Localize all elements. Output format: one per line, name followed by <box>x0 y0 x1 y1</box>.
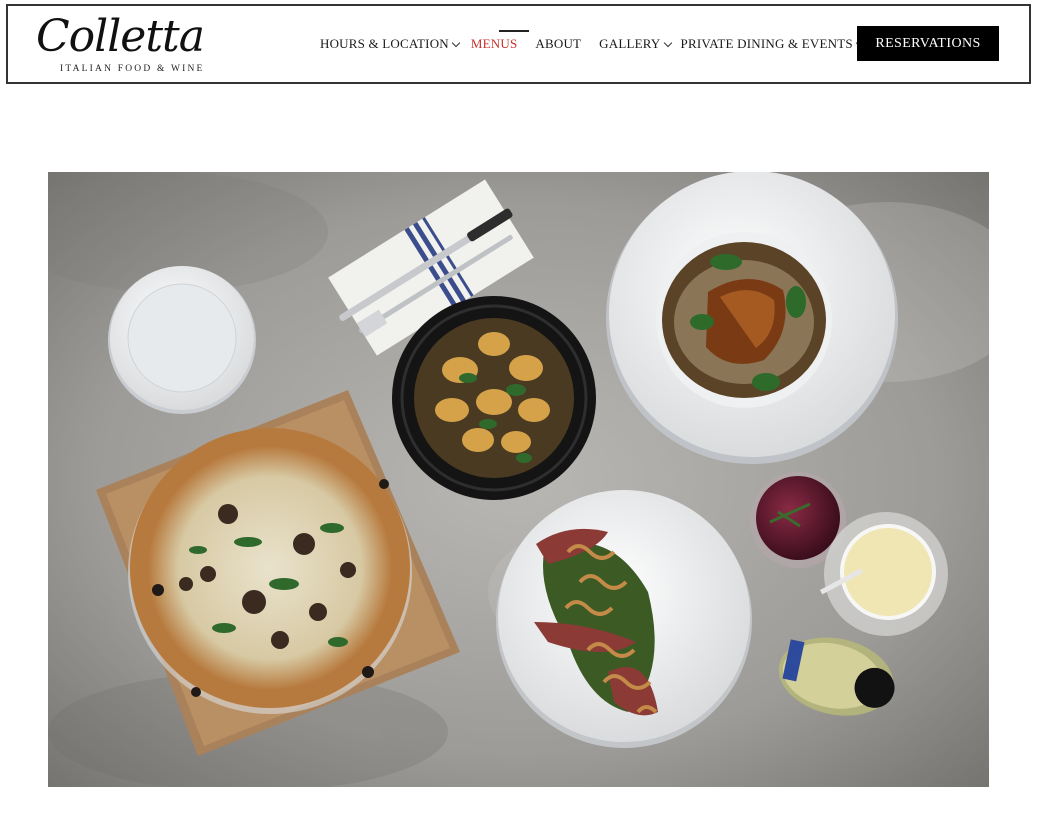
nav-item-private-dining-events[interactable]: PRIVATE DINING & EVENTS <box>680 36 865 52</box>
nav-item-hours-location[interactable]: HOURS & LOCATION <box>320 36 461 52</box>
nav-item-about[interactable]: ABOUT <box>535 36 581 52</box>
side-plate <box>108 266 256 414</box>
nav-item-label: GALLERY <box>599 36 661 51</box>
hero-food-photo <box>48 172 989 787</box>
reservations-button[interactable]: RESERVATIONS <box>857 26 999 61</box>
nav-item-label: HOURS & LOCATION <box>320 36 449 51</box>
chevron-down-icon <box>663 38 672 47</box>
main-nav: HOURS & LOCATION MENUS ABOUT GALLERY PRI… <box>320 30 865 56</box>
chevron-down-icon <box>451 38 461 47</box>
nav-item-label: PRIVATE DINING & EVENTS <box>680 36 853 51</box>
chicken-plate <box>606 172 898 464</box>
logo-wordmark: Colletta <box>36 11 205 62</box>
hero-image <box>48 172 989 787</box>
logo-tagline: ITALIAN FOOD & WINE <box>60 64 205 74</box>
nav-item-label: ABOUT <box>535 36 582 51</box>
nav-item-menus[interactable]: MENUS <box>470 30 529 52</box>
steak-plate <box>496 490 752 748</box>
brand-logo[interactable]: Colletta ITALIAN FOOD & WINE <box>36 11 216 78</box>
pasta-bowl <box>392 296 596 500</box>
site-header: Colletta ITALIAN FOOD & WINE HOURS & LOC… <box>6 4 1031 84</box>
nav-item-label: MENUS <box>470 36 518 51</box>
nav-item-gallery[interactable]: GALLERY <box>599 36 672 52</box>
